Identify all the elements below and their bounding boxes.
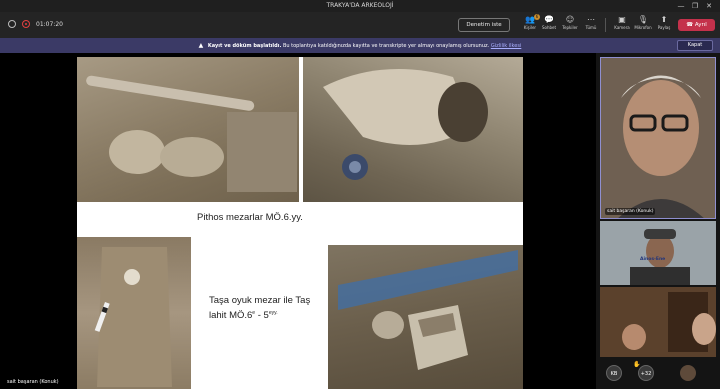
more-participants-button[interactable]: +32 — [638, 365, 654, 381]
more-label: Tümü — [585, 25, 597, 30]
background-text: Ainos-Ene — [640, 257, 666, 262]
pithos-pipe-illustration — [86, 75, 297, 192]
more-dots-icon: ⋯ — [587, 15, 595, 24]
banner-text: Bu toplantıya katıldığınızda kayıtta ve … — [282, 43, 490, 49]
mic-label: Mikrofon — [634, 25, 652, 30]
shield-icon[interactable] — [8, 20, 16, 28]
stone-sarcophagus-illustration — [338, 250, 518, 370]
participant-video-2 — [600, 221, 716, 285]
skeleton-grave-illustration — [94, 247, 172, 387]
camera-label: Kamera — [614, 25, 630, 30]
shared-screen-stage: Pithos mezarlar MÖ.6.yy. Taşa oyuk mezar… — [0, 53, 596, 389]
presentation-slide: Pithos mezarlar MÖ.6.yy. Taşa oyuk mezar… — [77, 57, 523, 389]
caption2-part-b: - 5 — [255, 310, 269, 322]
caption2-sup2: eyy. — [268, 310, 278, 316]
request-control-button[interactable]: Denetim iste — [458, 18, 510, 32]
reactions-button[interactable]: ☺ Tepkiler — [559, 15, 581, 37]
recording-banner: ▲ Kayıt ve döküm başlatıldı. Bu toplantı… — [0, 38, 720, 53]
caption2-line2: lahit MÖ.6e - 5eyy. — [209, 307, 327, 322]
participant-tile-3[interactable] — [600, 287, 716, 357]
title-bar: TRAKYA'DA ARKEOLOJİ — ❐ ✕ — [0, 0, 720, 12]
window-controls: — ❐ ✕ — [674, 0, 716, 12]
caption2-line1: Taşa oyuk mezar ile Taş — [209, 295, 311, 306]
active-speaker-tile[interactable]: sait başaran (Konuk) — [600, 57, 716, 219]
excavation-photo-pithos-2 — [303, 57, 523, 202]
excavation-photo-sarcophagus — [328, 245, 523, 389]
meeting-toolbar: 01:07:20 Denetim iste 👥 6 Kişiler 💬 Sohb… — [0, 12, 720, 38]
excavation-photo-skeleton — [77, 237, 191, 389]
more-button[interactable]: ⋯ Tümü — [580, 15, 602, 37]
avatar-photo[interactable] — [680, 365, 696, 381]
smiley-icon: ☺ — [565, 15, 575, 24]
share-icon: ⬆ — [660, 15, 668, 24]
privacy-link[interactable]: Gizlilik ilkesi — [491, 43, 522, 49]
window-title: TRAKYA'DA ARKEOLOJİ — [326, 2, 394, 9]
excavation-photo-pithos-1 — [77, 57, 299, 202]
camera-button[interactable]: ▣ Kamera — [611, 15, 633, 37]
banner-close-button[interactable]: Kapat — [677, 40, 713, 51]
toolbar-divider — [605, 18, 606, 32]
toolbar-left: 01:07:20 — [8, 20, 63, 28]
teams-meeting-window: TRAKYA'DA ARKEOLOJİ — ❐ ✕ 01:07:20 Denet… — [0, 0, 720, 389]
participants-panel: sait başaran (Konuk) Ainos-Ene KB ✋ +32 — [596, 53, 720, 389]
reactions-label: Tepkiler — [562, 25, 578, 30]
leave-button[interactable]: ☎ Ayrıl — [678, 19, 715, 31]
caption2-part-a: lahit MÖ.6 — [209, 310, 253, 322]
warning-icon: ▲ — [198, 42, 204, 49]
participant-overflow-row: KB ✋ +32 — [600, 359, 716, 387]
presenter-name-tag: sait başaran (Konuk) — [4, 378, 62, 386]
close-window-icon[interactable]: ✕ — [702, 0, 716, 12]
maximize-icon[interactable]: ❐ — [688, 0, 702, 12]
participant-tile-2[interactable]: Ainos-Ene — [600, 221, 716, 285]
leave-label: Ayrıl — [694, 22, 707, 28]
meeting-timer: 01:07:20 — [36, 20, 63, 28]
share-label: Paylaş — [657, 25, 671, 30]
chat-button[interactable]: 💬 Sohbet — [538, 15, 560, 37]
avatar-kb[interactable]: KB — [606, 365, 622, 381]
slide-caption-sarcophagus: Taşa oyuk mezar ile Taş lahit MÖ.6e - 5e… — [209, 294, 327, 322]
phone-icon: ☎ — [686, 22, 695, 28]
banner-bold-text: Kayıt ve döküm başlatıldı. — [207, 43, 282, 49]
broken-pithos-illustration — [323, 69, 488, 180]
slide-caption-pithos: Pithos mezarlar MÖ.6.yy. — [197, 212, 303, 223]
share-button[interactable]: ⬆ Paylaş — [653, 15, 675, 37]
minimize-icon[interactable]: — — [674, 0, 688, 12]
recording-icon[interactable] — [22, 20, 30, 28]
chat-icon: 💬 — [544, 15, 554, 24]
speaker-name-tag: sait başaran (Konuk) — [605, 208, 656, 215]
mic-off-icon: 🎙 — [637, 15, 649, 24]
speaker-video-illustration — [601, 58, 715, 218]
chat-label: Sohbet — [541, 25, 557, 30]
participant-video-3 — [600, 287, 716, 357]
camera-off-icon: ▣ — [618, 15, 626, 24]
mic-button[interactable]: 🎙 Mikrofon — [632, 15, 654, 37]
